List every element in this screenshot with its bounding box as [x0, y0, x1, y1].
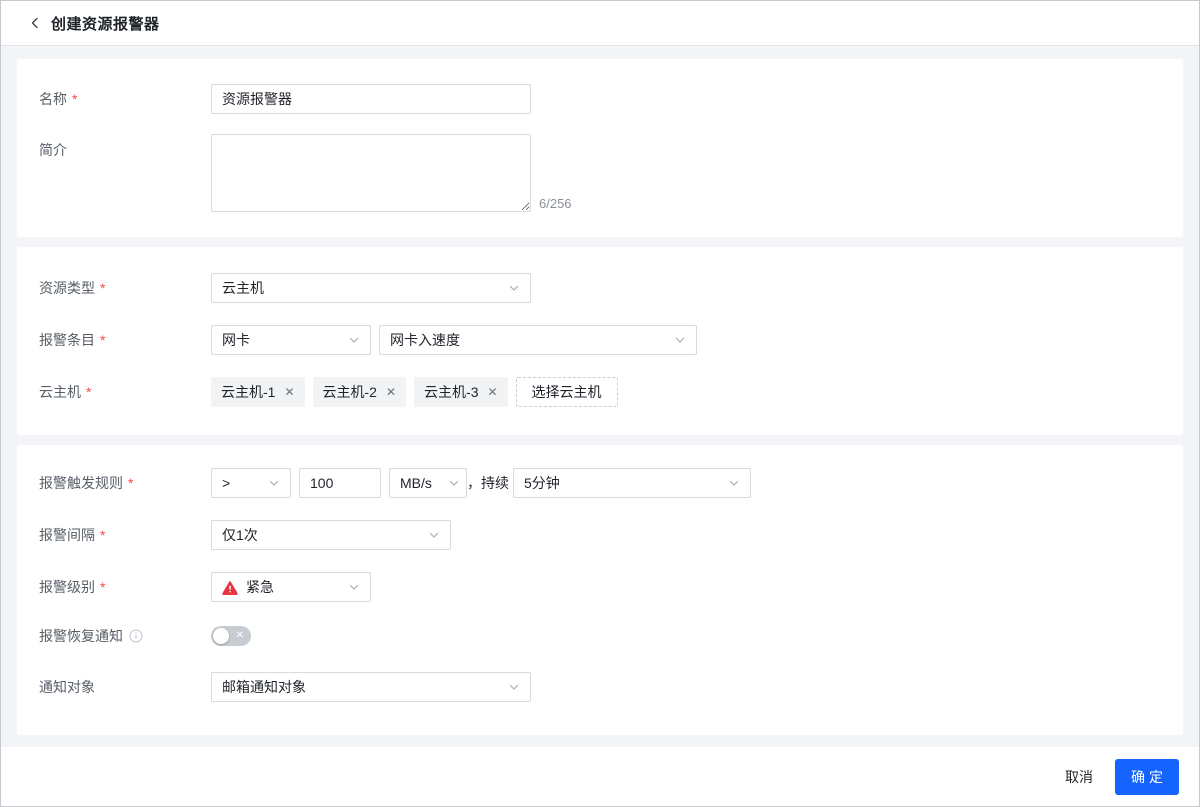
trigger-rule-row: 报警触发规则 * > MB/s ，持续: [39, 468, 1159, 498]
cancel-button[interactable]: 取消: [1065, 767, 1093, 787]
chevron-down-icon: [449, 480, 459, 486]
remove-tag-icon[interactable]: ✕: [487, 386, 497, 398]
intro-textarea[interactable]: [211, 134, 531, 212]
alarm-entry-label: 报警条目 *: [39, 332, 106, 348]
recovery-toggle[interactable]: ✕: [211, 626, 251, 646]
toggle-off-icon: ✕: [235, 629, 244, 641]
interval-select[interactable]: 仅1次: [211, 520, 451, 550]
chevron-down-icon: [269, 480, 279, 486]
unit-select[interactable]: MB/s: [389, 468, 467, 498]
confirm-button[interactable]: 确定: [1115, 758, 1179, 795]
operator-select[interactable]: >: [211, 468, 291, 498]
warning-triangle-icon: [222, 580, 238, 595]
required-mark: *: [128, 475, 134, 491]
duration-prefix-text: ，持续: [467, 475, 509, 491]
chevron-down-icon: [429, 532, 439, 538]
resource-type-label: 资源类型 *: [39, 280, 106, 296]
required-mark: *: [72, 91, 78, 107]
page-header: 创建资源报警器: [1, 1, 1199, 46]
required-mark: *: [100, 579, 106, 595]
resource-type-row: 资源类型 * 云主机: [39, 273, 1159, 303]
create-resource-alarm-page: 创建资源报警器 名称 * 简介 6/256: [0, 0, 1200, 807]
required-mark: *: [100, 280, 106, 296]
rule-card: 报警触发规则 * > MB/s ，持续: [17, 445, 1183, 735]
recovery-row: 报警恢复通知 ✕: [39, 626, 1159, 646]
name-label: 名称 *: [39, 91, 78, 107]
notify-label: 通知对象: [39, 679, 95, 695]
notify-row: 通知对象 邮箱通知对象: [39, 672, 1159, 702]
trigger-rule-label: 报警触发规则 *: [39, 475, 134, 491]
char-counter: 6/256: [539, 196, 572, 211]
remove-tag-icon[interactable]: ✕: [386, 386, 396, 398]
duration-select[interactable]: 5分钟: [513, 468, 751, 498]
info-icon: [129, 629, 143, 643]
chevron-down-icon: [349, 337, 359, 343]
chevron-down-icon: [675, 337, 685, 343]
notify-select[interactable]: 邮箱通知对象: [211, 672, 531, 702]
chevron-left-icon: [31, 17, 38, 29]
required-mark: *: [100, 527, 106, 543]
interval-row: 报警间隔 * 仅1次: [39, 520, 1159, 550]
chevron-down-icon: [509, 285, 519, 291]
level-label: 报警级别 *: [39, 579, 106, 595]
required-mark: *: [86, 384, 92, 400]
recovery-label: 报警恢复通知: [39, 626, 211, 646]
hosts-label: 云主机 *: [39, 384, 92, 400]
host-tag[interactable]: 云主机-3 ✕: [414, 377, 508, 407]
remove-tag-icon[interactable]: ✕: [284, 386, 294, 398]
form-content: 名称 * 简介 6/256 资源类型 *: [1, 46, 1199, 747]
chevron-down-icon: [349, 584, 359, 590]
chevron-down-icon: [509, 684, 519, 690]
entry-metric-select[interactable]: 网卡入速度: [379, 325, 697, 355]
level-row: 报警级别 * 紧急: [39, 572, 1159, 602]
back-button[interactable]: [25, 13, 45, 33]
host-tag[interactable]: 云主机-2 ✕: [312, 377, 407, 407]
name-input[interactable]: [211, 84, 531, 114]
host-tags: 云主机-1 ✕ 云主机-2 ✕ 云主机-3 ✕ 选择云主机: [211, 377, 618, 407]
page-title: 创建资源报警器: [51, 15, 160, 33]
resource-type-select[interactable]: 云主机: [211, 273, 531, 303]
chevron-down-icon: [729, 480, 739, 486]
level-select[interactable]: 紧急: [211, 572, 371, 602]
host-tag[interactable]: 云主机-1 ✕: [211, 377, 305, 407]
intro-row: 简介 6/256: [39, 134, 1159, 212]
toggle-knob: [213, 628, 229, 644]
required-mark: *: [100, 332, 106, 348]
entry-category-select[interactable]: 网卡: [211, 325, 371, 355]
footer-action-bar: 取消 确定: [1, 747, 1199, 806]
resource-card: 资源类型 * 云主机 报警条目 * 网卡 网卡入速度 云主机 * 云主机-1 ✕…: [17, 247, 1183, 435]
name-row: 名称 *: [39, 84, 1159, 114]
alarm-entry-row: 报警条目 * 网卡 网卡入速度: [39, 325, 1159, 355]
interval-label: 报警间隔 *: [39, 527, 106, 543]
basic-info-card: 名称 * 简介 6/256: [17, 59, 1183, 237]
intro-label: 简介: [39, 142, 67, 158]
hosts-row: 云主机 * 云主机-1 ✕ 云主机-2 ✕ 云主机-3 ✕ 选择云主机: [39, 377, 1159, 407]
select-hosts-button[interactable]: 选择云主机: [515, 377, 618, 407]
threshold-input[interactable]: [299, 468, 381, 498]
